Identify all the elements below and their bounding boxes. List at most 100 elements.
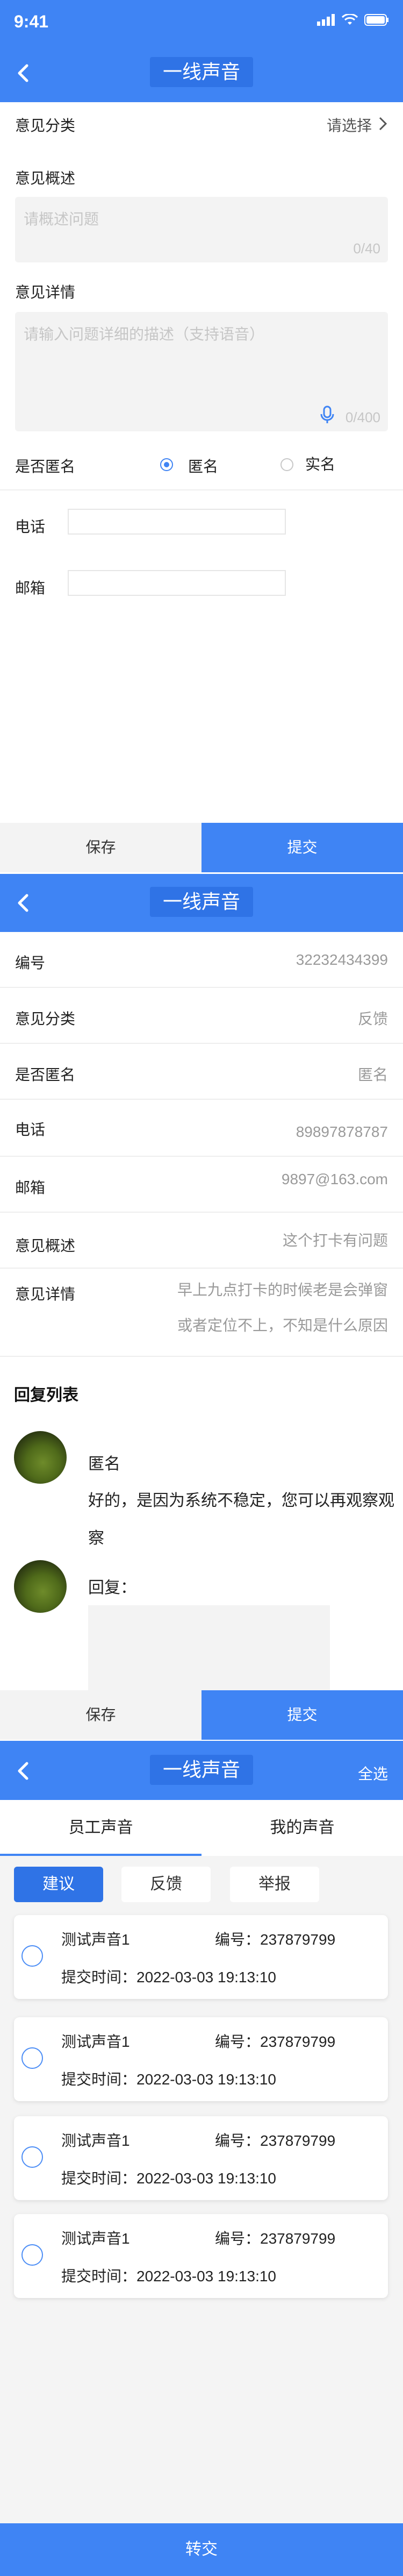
list-item[interactable]: 测试声音1 编号：237879799 提交时间：2022-03-03 19:13… xyxy=(14,1915,388,1999)
wifi-icon xyxy=(342,14,358,25)
chevron-right-icon xyxy=(379,117,387,131)
detail-field-row: 是否匿名 匿名 xyxy=(0,1044,403,1100)
avatar xyxy=(14,1560,67,1613)
phone-label: 电话 xyxy=(15,518,46,535)
item-number: 编号：237879799 xyxy=(215,1931,336,1948)
anonymous-row: 是否匿名 匿名 实名 xyxy=(0,437,403,490)
reply-input[interactable] xyxy=(88,1605,330,1690)
email-field[interactable] xyxy=(68,570,286,596)
summary-label: 意见概述 xyxy=(15,170,76,187)
tab-bar: 员工声音 我的声音 xyxy=(0,1800,403,1856)
item-name: 测试声音1 xyxy=(61,1931,130,1948)
detail-placeholder: 请输入问题详细的描述（支持语音） xyxy=(24,326,265,343)
feedback-detail-screen: 一线声音 编号 32232434399 意见分类 反馈 是否匿名 匿名 电话 8… xyxy=(0,874,403,1741)
tab-my-voice[interactable]: 我的声音 xyxy=(202,1800,403,1856)
detail-counter: 0/400 xyxy=(345,409,380,425)
detail-field-row: 意见分类 反馈 xyxy=(0,988,403,1044)
avatar xyxy=(14,1431,67,1484)
signal-icon xyxy=(317,14,335,26)
page-title: 一线声音 xyxy=(149,57,254,87)
field-value: 89897878787 xyxy=(296,1123,388,1140)
reply-text: 好的，是因为系统不稳定，您可以再观察观 xyxy=(88,1492,394,1510)
summary-placeholder: 请概述问题 xyxy=(24,211,99,227)
radio-realname[interactable] xyxy=(280,458,293,471)
radio-anonymous-label[interactable]: 匿名 xyxy=(188,455,218,476)
list-item[interactable]: 测试声音1 编号：237879799 提交时间：2022-03-03 19:13… xyxy=(14,2116,388,2200)
item-name: 测试声音1 xyxy=(61,2033,130,2050)
detail-input[interactable]: 请输入问题详细的描述（支持语音） 0/400 xyxy=(15,312,388,431)
item-number: 编号：237879799 xyxy=(215,2033,336,2050)
status-bar: 9:41 xyxy=(0,0,403,43)
select-circle-icon[interactable] xyxy=(21,1945,43,1967)
status-icons xyxy=(317,14,389,26)
select-circle-icon[interactable] xyxy=(21,2047,43,2069)
item-name: 测试声音1 xyxy=(61,2230,130,2247)
field-label: 电话 xyxy=(15,1121,46,1138)
nav-bar: 一线声音 全选 xyxy=(0,1741,403,1800)
detail-field-row: 意见概述 这个打卡有问题 xyxy=(0,1213,403,1269)
filter-suggestion[interactable]: 建议 xyxy=(14,1867,103,1902)
item-time: 提交时间：2022-03-03 19:13:10 xyxy=(61,2268,276,2285)
item-name: 测试声音1 xyxy=(61,2132,130,2149)
status-time: 9:41 xyxy=(14,12,49,31)
item-time: 提交时间：2022-03-03 19:13:10 xyxy=(61,2170,276,2187)
action-bar: 保存 提交 xyxy=(0,823,403,872)
radio-anonymous[interactable] xyxy=(160,458,173,471)
filter-report[interactable]: 举报 xyxy=(230,1867,319,1902)
field-value: 9897@163.com xyxy=(281,1171,388,1187)
field-value: 匿名 xyxy=(357,1066,388,1083)
nav-bar: 一线声音 xyxy=(0,874,403,932)
detail-field-row: 电话 89897878787 xyxy=(0,1100,403,1157)
detail-description-label: 意见详情 xyxy=(15,1286,76,1303)
transfer-button[interactable]: 转交 xyxy=(0,2523,403,2576)
category-row[interactable]: 意见分类 请选择 xyxy=(0,102,403,144)
submit-button[interactable]: 提交 xyxy=(202,1690,403,1740)
header: 9:41 一线声音 xyxy=(0,0,403,102)
category-label: 意见分类 xyxy=(15,117,76,134)
field-value: 这个打卡有问题 xyxy=(282,1232,388,1249)
save-button[interactable]: 保存 xyxy=(0,1690,202,1740)
voice-list-screen: 一线声音 全选 员工声音 我的声音 建议 反馈 举报 测试声音1 编号：2378… xyxy=(0,1741,403,2576)
submit-button[interactable]: 提交 xyxy=(202,823,403,872)
radio-realname-label[interactable]: 实名 xyxy=(305,453,335,474)
tab-staff-voice[interactable]: 员工声音 xyxy=(0,1800,202,1856)
field-value: 反馈 xyxy=(357,1011,388,1027)
back-arrow-icon[interactable] xyxy=(12,891,35,915)
page-title: 一线声音 xyxy=(149,1755,254,1785)
back-arrow-icon[interactable] xyxy=(12,61,35,85)
item-number: 编号：237879799 xyxy=(215,2132,336,2149)
battery-icon xyxy=(364,14,388,26)
field-label: 意见分类 xyxy=(15,1011,76,1027)
phone-field[interactable] xyxy=(68,509,286,535)
back-arrow-icon[interactable] xyxy=(12,1759,35,1783)
detail-label: 意见详情 xyxy=(15,284,76,301)
filter-feedback[interactable]: 反馈 xyxy=(121,1867,211,1902)
summary-counter: 0/40 xyxy=(353,240,380,257)
item-time: 提交时间：2022-03-03 19:13:10 xyxy=(61,2071,276,2088)
field-value: 32232434399 xyxy=(296,951,388,968)
select-all-button[interactable]: 全选 xyxy=(358,1762,388,1784)
detail-description-line: 或者定位不上，不知是什么原因 xyxy=(177,1317,388,1334)
email-label: 邮箱 xyxy=(15,580,46,596)
item-time: 提交时间：2022-03-03 19:13:10 xyxy=(61,1969,276,1986)
field-label: 意见概述 xyxy=(15,1237,76,1254)
save-button[interactable]: 保存 xyxy=(0,823,202,872)
select-circle-icon[interactable] xyxy=(21,2244,43,2266)
nav-bar: 一线声音 xyxy=(0,43,403,102)
field-label: 邮箱 xyxy=(15,1179,46,1196)
page-title: 一线声音 xyxy=(149,887,254,917)
filter-bar: 建议 反馈 举报 xyxy=(0,1856,403,1910)
microphone-icon[interactable] xyxy=(320,405,334,425)
item-number: 编号：237879799 xyxy=(215,2230,336,2247)
field-label: 编号 xyxy=(15,955,46,971)
summary-input[interactable]: 请概述问题 0/40 xyxy=(15,197,388,262)
reply-text: 察 xyxy=(88,1529,104,1547)
list-item[interactable]: 测试声音1 编号：237879799 提交时间：2022-03-03 19:13… xyxy=(14,2017,388,2101)
list-item[interactable]: 测试声音1 编号：237879799 提交时间：2022-03-03 19:13… xyxy=(14,2214,388,2298)
reply-list-title: 回复列表 xyxy=(14,1386,78,1404)
detail-description-row: 意见详情 早上九点打卡的时候老是会弹窗 或者定位不上，不知是什么原因 xyxy=(0,1269,403,1357)
detail-description-line: 早上九点打卡的时候老是会弹窗 xyxy=(177,1282,388,1298)
category-value: 请选择 xyxy=(326,117,372,134)
select-circle-icon[interactable] xyxy=(21,2146,43,2168)
field-label: 是否匿名 xyxy=(15,1066,76,1083)
